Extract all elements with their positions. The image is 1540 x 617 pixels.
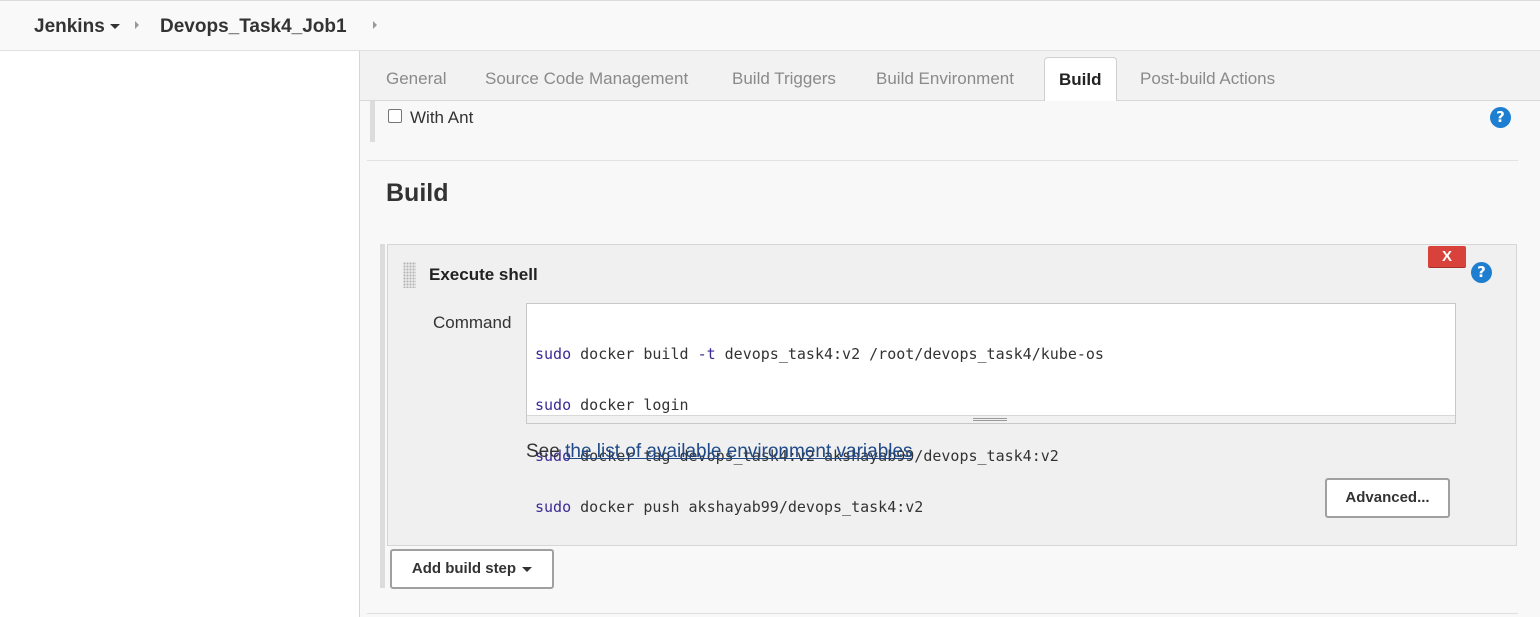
section-divider bbox=[367, 160, 1518, 161]
command-text: sudo docker build -t devops_task4:v2 /ro… bbox=[535, 312, 1104, 550]
build-step-execute-shell: Execute shell X ? Command sudo docker bu… bbox=[387, 244, 1517, 546]
breadcrumb-separator-icon bbox=[135, 21, 139, 29]
config-main-panel: General Source Code Management Build Tri… bbox=[360, 51, 1540, 617]
with-ant-label: With Ant bbox=[410, 108, 474, 127]
advanced-button[interactable]: Advanced... bbox=[1325, 478, 1450, 518]
build-step-title: Execute shell bbox=[429, 265, 538, 284]
sidebar bbox=[0, 51, 359, 617]
add-build-step-button[interactable]: Add build step bbox=[390, 549, 554, 589]
section-indent-bar bbox=[370, 101, 375, 142]
env-vars-hint: See the list of available environment va… bbox=[526, 441, 913, 462]
section-title-build: Build bbox=[386, 179, 449, 207]
help-icon[interactable]: ? bbox=[1490, 107, 1511, 128]
breadcrumb-job-link[interactable]: Devops_Task4_Job1 bbox=[160, 16, 347, 38]
tab-general[interactable]: General bbox=[386, 69, 446, 89]
breadcrumb-jenkins-link[interactable]: Jenkins bbox=[34, 16, 105, 38]
command-line: sudo docker login bbox=[535, 396, 689, 414]
command-textarea[interactable]: sudo docker build -t devops_task4:v2 /ro… bbox=[526, 303, 1456, 516]
command-label: Command bbox=[433, 313, 512, 332]
with-ant-checkbox[interactable] bbox=[388, 109, 402, 123]
chevron-down-icon bbox=[522, 566, 533, 572]
help-icon[interactable]: ? bbox=[1471, 262, 1492, 283]
tab-build[interactable]: Build bbox=[1044, 57, 1117, 101]
command-line: sudo docker push akshayab99/devops_task4… bbox=[535, 498, 924, 516]
breadcrumb: Jenkins Devops_Task4_Job1 bbox=[0, 0, 1540, 51]
chevron-down-icon[interactable] bbox=[110, 24, 120, 29]
section-divider bbox=[367, 613, 1518, 614]
tab-source-code-management[interactable]: Source Code Management bbox=[485, 69, 688, 89]
tab-build-environment[interactable]: Build Environment bbox=[876, 69, 1014, 89]
delete-step-button[interactable]: X bbox=[1428, 246, 1466, 267]
resize-grip-icon[interactable] bbox=[973, 418, 1007, 421]
textarea-resize-bar[interactable] bbox=[527, 415, 1455, 423]
tab-post-build-actions[interactable]: Post-build Actions bbox=[1140, 69, 1275, 89]
tab-build-triggers[interactable]: Build Triggers bbox=[732, 69, 836, 89]
breadcrumb-separator-icon[interactable] bbox=[373, 21, 377, 29]
command-line: sudo docker build -t devops_task4:v2 /ro… bbox=[535, 345, 1104, 363]
section-indent-bar bbox=[380, 244, 385, 588]
drag-handle-icon[interactable] bbox=[403, 262, 416, 288]
config-tabs: General Source Code Management Build Tri… bbox=[360, 51, 1540, 101]
env-vars-link[interactable]: the list of available environment variab… bbox=[565, 441, 912, 462]
